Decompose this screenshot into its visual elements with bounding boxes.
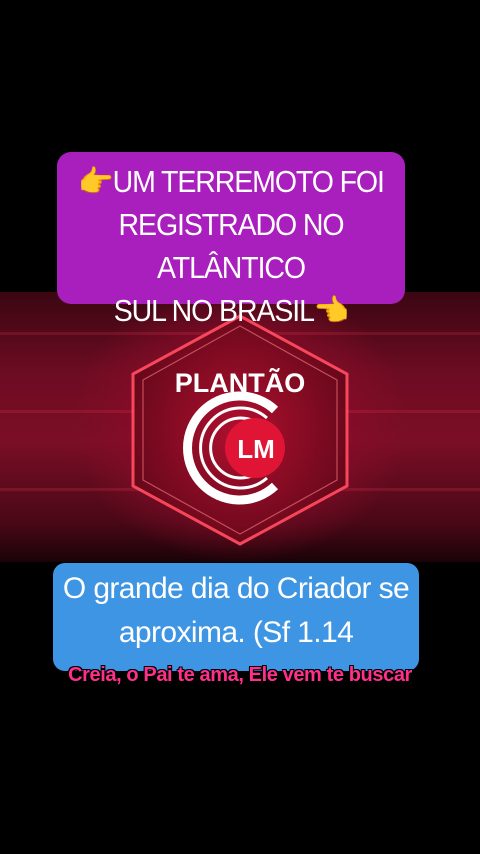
verse-text: O grande dia do Criador se aproxima. (Sf… [53, 567, 419, 655]
headline-line-1: 👉UM TERREMOTO FOI [78, 164, 385, 199]
plantao-logo: PLANTÃO LM [125, 310, 355, 550]
verse-line-2: aproxima. (Sf 1.14 [118, 616, 354, 649]
headline-text: 👉UM TERREMOTO FOI REGISTRADO NO ATLÂNTIC… [71, 160, 391, 332]
hexagon-frame-icon: PLANTÃO LM [131, 314, 349, 546]
headline-line-2: REGISTRADO NO ATLÂNTICO [118, 207, 345, 285]
caption-text: Creia, o Pai te ama, Ele vem te buscar [68, 664, 412, 686]
lm-monogram: LM [237, 434, 275, 464]
headline-line-3: SUL NO BRASIL👈 [113, 293, 350, 328]
verse-line-1: O grande dia do Criador se [62, 572, 410, 605]
